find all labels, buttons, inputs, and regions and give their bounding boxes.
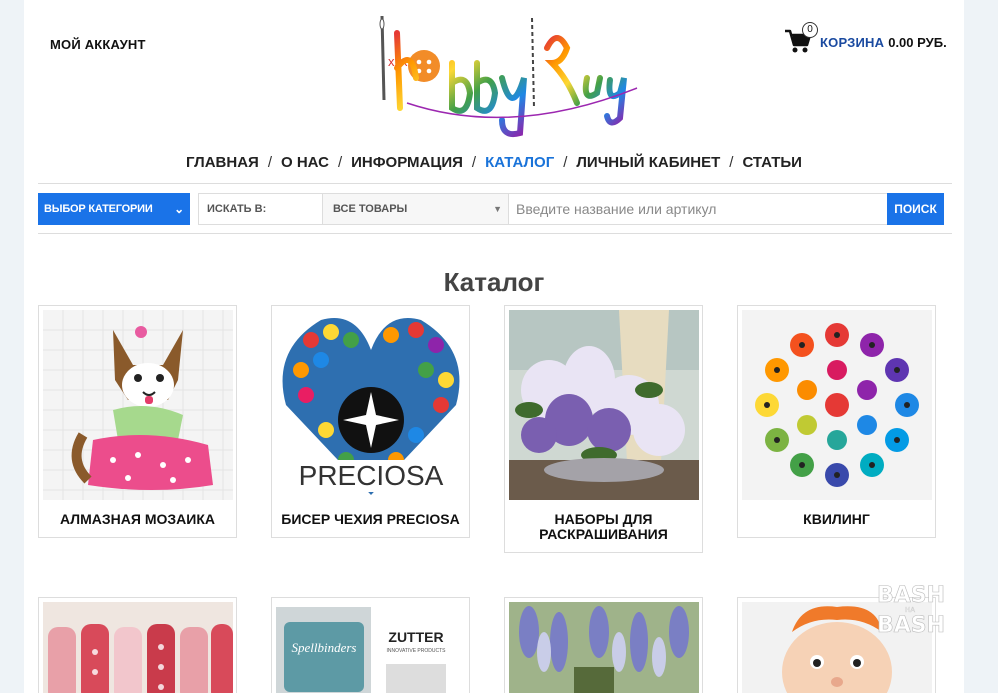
zutter-sub-text: INNOVATIVE PRODUCTS xyxy=(387,648,447,654)
catalog-card-paint-kits[interactable]: НАБОРЫ ДЛЯ РАСКРАШИВАНИЯ xyxy=(504,305,703,553)
catalog-card-quilling[interactable]: КВИЛИНГ xyxy=(737,305,936,538)
lilac-painting-image xyxy=(509,310,699,500)
page: МОЙ АККАУНТ xxx HobbyRay xyxy=(24,0,964,693)
catalog-card-embroidery[interactable] xyxy=(504,597,703,693)
cart-widget[interactable]: 0 КОРЗИНА 0.00 РУБ. xyxy=(784,22,947,57)
spellbinders-text: Spellbinders xyxy=(292,640,357,655)
search-scope-select[interactable]: ВСЕ ТОВАРЫ ▼ xyxy=(322,193,508,225)
nav-separator: / xyxy=(729,154,734,171)
wisteria-image xyxy=(509,602,699,693)
quilling-flowers-image xyxy=(742,310,932,500)
ribbons-image xyxy=(43,602,233,693)
catalog-card-ribbons[interactable] xyxy=(38,597,237,693)
nav-item-articles[interactable]: СТАТЬИ xyxy=(742,154,802,171)
category-select-label: ВЫБОР КАТЕГОРИИ xyxy=(44,203,153,215)
cart-label[interactable]: КОРЗИНА xyxy=(820,35,884,50)
category-select-button[interactable]: ВЫБОР КАТЕГОРИИ ⌄ xyxy=(38,193,190,225)
preciosa-logo-text: PRECIOSA xyxy=(299,460,444,491)
dropdown-arrow-icon: ▼ xyxy=(493,204,502,214)
catalog-card-die-cutting[interactable]: Spellbinders ZUTTER INNOVATIVE PRODUCTS xyxy=(271,597,470,693)
watermark-line2: BASH xyxy=(877,613,945,636)
catalog-card-preciosa[interactable]: PRECIOSA БИСЕР ЧЕХИЯ PRECIOSA xyxy=(271,305,470,538)
nav-separator: / xyxy=(563,154,568,171)
spellbinders-zutter-image: Spellbinders ZUTTER INNOVATIVE PRODUCTS xyxy=(276,602,466,693)
nav-item-info[interactable]: ИНФОРМАЦИЯ xyxy=(351,154,463,171)
nav-separator: / xyxy=(471,154,477,171)
watermark-line1: BASH xyxy=(877,583,945,608)
search-scope-value: ВСЕ ТОВАРЫ xyxy=(333,203,408,215)
catalog-card-label: БИСЕР ЧЕХИЯ PRECIOSA xyxy=(281,511,460,527)
nav-separator: / xyxy=(337,154,343,171)
divider xyxy=(38,183,952,184)
divider xyxy=(38,233,952,234)
nav-separator: / xyxy=(267,154,272,171)
nav-item-catalog[interactable]: КАТАЛОГ xyxy=(485,154,554,171)
nav-item-cabinet[interactable]: ЛИЧНЫЙ КАБИНЕТ xyxy=(576,154,720,171)
zutter-text: ZUTTER xyxy=(388,629,443,645)
preciosa-beads-image: PRECIOSA xyxy=(276,310,466,500)
catalog-card-diamond-mosaic[interactable]: АЛМАЗНАЯ МОЗАИКА xyxy=(38,305,237,538)
nav-item-about[interactable]: О НАС xyxy=(281,154,329,171)
nav-item-home[interactable]: ГЛАВНАЯ xyxy=(186,154,259,171)
search-in-label: ИСКАТЬ В: xyxy=(198,193,322,225)
catalog-card-label: АЛМАЗНАЯ МОЗАИКА xyxy=(60,511,215,527)
page-title: Каталог xyxy=(443,267,545,297)
search-button[interactable]: ПОИСК xyxy=(887,193,944,225)
diamond-mosaic-image xyxy=(43,310,233,500)
cart-total: 0.00 РУБ. xyxy=(888,34,947,50)
cart-count-badge: 0 xyxy=(802,22,818,38)
chevron-down-icon: ⌄ xyxy=(174,202,184,216)
main-nav: ГЛАВНАЯ / О НАС / ИНФОРМАЦИЯ / КАТАЛОГ / ЛИЧНЫЙ … xyxy=(24,154,964,171)
catalog-card-label: КВИЛИНГ xyxy=(803,511,870,527)
my-account-link[interactable]: МОЙ АККАУНТ xyxy=(50,37,146,52)
bash-watermark-logo: BASH НА BASH xyxy=(877,583,946,636)
catalog-card-label: НАБОРЫ ДЛЯ РАСКРАШИВАНИЯ xyxy=(539,511,668,542)
hobbyray-logo[interactable]: xxx HobbyRay xyxy=(352,8,642,138)
cart-icon[interactable]: 0 xyxy=(784,22,818,56)
search-input[interactable] xyxy=(508,193,888,225)
